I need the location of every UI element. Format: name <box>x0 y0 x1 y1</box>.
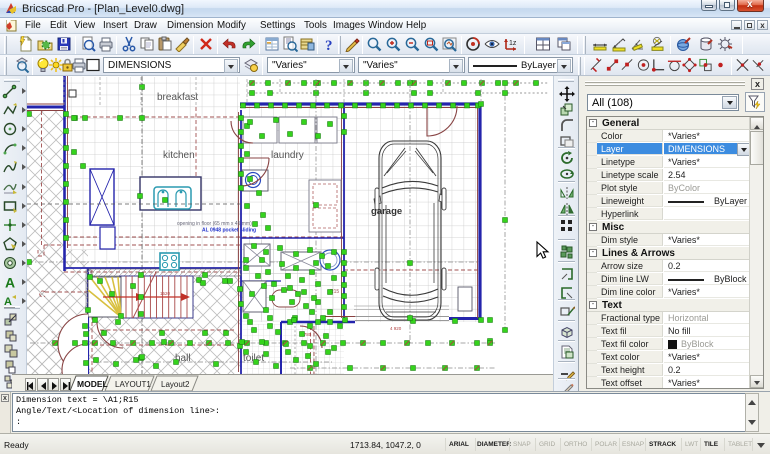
svg-text:kitchen: kitchen <box>163 150 195 161</box>
svg-text:garage: garage <box>371 206 402 217</box>
svg-text:breakfast: breakfast <box>157 92 198 103</box>
svg-text:laundry: laundry <box>271 150 304 161</box>
svg-text:opening in floor (65 mm x 45 m: opening in floor (65 mm x 45 mm) <box>177 221 252 227</box>
svg-text:A: A <box>5 275 15 291</box>
svg-text:4 920: 4 920 <box>390 326 402 331</box>
svg-text:LAYOUT1: LAYOUT1 <box>115 380 151 389</box>
svg-text:MODEL: MODEL <box>77 379 108 389</box>
svg-text:Layout2: Layout2 <box>161 380 190 389</box>
svg-text:AL 0948 pocket sliding: AL 0948 pocket sliding <box>202 228 256 234</box>
svg-text:1z: 1z <box>509 40 517 47</box>
svg-text:1520: 1520 <box>160 291 171 296</box>
svg-text:?: ? <box>325 38 333 52</box>
